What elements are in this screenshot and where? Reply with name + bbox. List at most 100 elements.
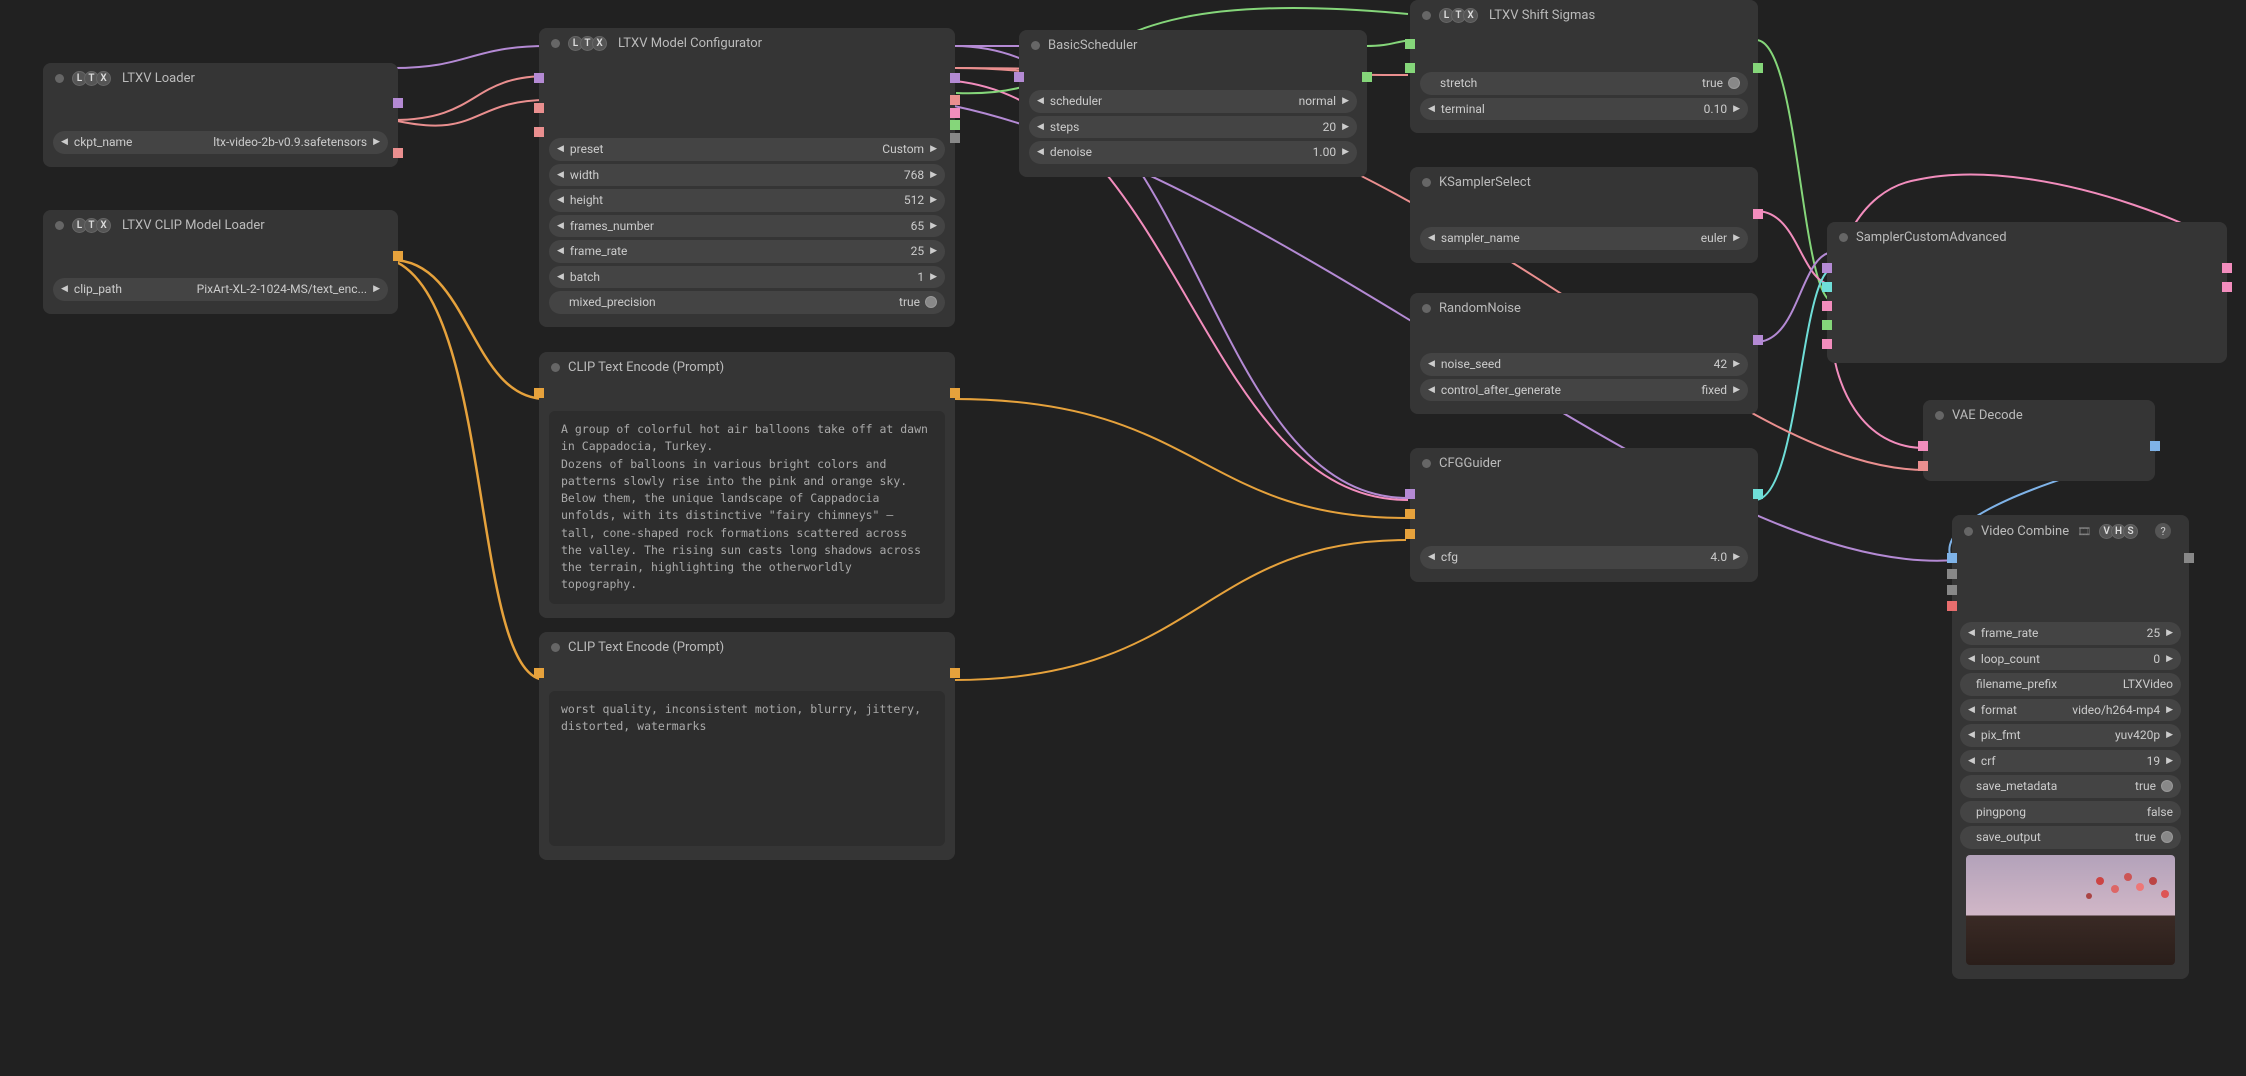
preset-field[interactable]: ◀presetCustom▶: [549, 138, 945, 161]
input-port-samples[interactable]: [1918, 441, 1928, 451]
node-header[interactable]: BasicScheduler: [1019, 30, 1367, 61]
pix-fmt-field[interactable]: ◀pix_fmtyuv420p▶: [1960, 724, 2181, 747]
clip-text-encode-negative-node[interactable]: CLIP Text Encode (Prompt) worst quality,…: [539, 632, 955, 860]
clip-loader-node[interactable]: LTX LTXV CLIP Model Loader ◀ clip_path P…: [43, 210, 398, 314]
output-port-sigmas[interactable]: [1362, 72, 1372, 82]
node-header[interactable]: LTX LTXV Loader: [43, 63, 398, 94]
input-port-latent[interactable]: [1822, 339, 1832, 349]
width-field[interactable]: ◀width768▶: [549, 164, 945, 187]
collapse-dot-icon[interactable]: [1031, 41, 1040, 50]
node-header[interactable]: RandomNoise: [1410, 293, 1758, 324]
output-port-filenames[interactable]: [2184, 553, 2194, 563]
output-port-model[interactable]: [950, 73, 960, 83]
input-port-clip[interactable]: [534, 388, 544, 398]
input-port-negative[interactable]: [1405, 529, 1415, 539]
node-header[interactable]: CLIP Text Encode (Prompt): [539, 632, 955, 663]
collapse-dot-icon[interactable]: [551, 363, 560, 372]
toggle-icon[interactable]: [1728, 77, 1740, 89]
prompt-textarea[interactable]: A group of colorful hot air balloons tak…: [549, 411, 945, 604]
toggle-icon[interactable]: [2161, 780, 2173, 792]
output-port-fps[interactable]: [950, 133, 960, 143]
collapse-dot-icon[interactable]: [1935, 411, 1944, 420]
input-port-vae[interactable]: [534, 103, 544, 113]
collapse-dot-icon[interactable]: [1422, 178, 1431, 187]
input-port-meta[interactable]: [1947, 585, 1957, 595]
vae-decode-node[interactable]: VAE Decode: [1923, 400, 2155, 481]
output-port-clip[interactable]: [393, 251, 403, 261]
arrow-right-icon[interactable]: ▶: [373, 137, 380, 147]
mixed-precision-field[interactable]: mixed_precisiontrue: [549, 291, 945, 314]
frames-number-field[interactable]: ◀frames_number65▶: [549, 215, 945, 238]
filename-prefix-field[interactable]: filename_prefixLTXVideo: [1960, 673, 2181, 696]
node-header[interactable]: LTX LTXV Shift Sigmas: [1410, 0, 1758, 31]
input-port-vae2[interactable]: [534, 127, 544, 137]
cfg-field[interactable]: ◀cfg4.0▶: [1420, 546, 1748, 569]
ksampler-select-node[interactable]: KSamplerSelect ◀sampler_nameeuler▶: [1410, 167, 1758, 263]
input-port-model[interactable]: [534, 73, 544, 83]
collapse-dot-icon[interactable]: [1422, 304, 1431, 313]
prompt-textarea[interactable]: worst quality, inconsistent motion, blur…: [549, 691, 945, 846]
output-port-sigmas[interactable]: [1753, 63, 1763, 73]
random-noise-node[interactable]: RandomNoise ◀noise_seed42▶ ◀control_afte…: [1410, 293, 1758, 414]
cfg-guider-node[interactable]: CFGGuider ◀cfg4.0▶: [1410, 448, 1758, 582]
node-header[interactable]: KSamplerSelect: [1410, 167, 1758, 198]
sampler-name-field[interactable]: ◀sampler_nameeuler▶: [1420, 227, 1748, 250]
output-port-sigmas[interactable]: [950, 120, 960, 130]
scheduler-field[interactable]: ◀schedulernormal▶: [1029, 90, 1357, 113]
batch-field[interactable]: ◀batch1▶: [549, 266, 945, 289]
output-port-denoised[interactable]: [2222, 282, 2232, 292]
output-port-noise[interactable]: [1753, 335, 1763, 345]
ckpt-name-field[interactable]: ◀ ckpt_name ltx-video-2b-v0.9.safetensor…: [53, 131, 388, 154]
format-field[interactable]: ◀formatvideo/h264-mp4▶: [1960, 699, 2181, 722]
collapse-dot-icon[interactable]: [1422, 459, 1431, 468]
output-port-vae[interactable]: [393, 148, 403, 158]
noise-seed-field[interactable]: ◀noise_seed42▶: [1420, 353, 1748, 376]
steps-field[interactable]: ◀steps20▶: [1029, 116, 1357, 139]
clip-text-encode-positive-node[interactable]: CLIP Text Encode (Prompt) A group of col…: [539, 352, 955, 618]
output-port-conditioning[interactable]: [950, 388, 960, 398]
help-icon[interactable]: ?: [2155, 523, 2171, 539]
terminal-field[interactable]: ◀terminal0.10▶: [1420, 98, 1748, 121]
denoise-field[interactable]: ◀denoise1.00▶: [1029, 141, 1357, 164]
arrow-left-icon[interactable]: ◀: [61, 137, 68, 147]
pingpong-field[interactable]: pingpongfalse: [1960, 801, 2181, 824]
input-port-noise[interactable]: [1822, 263, 1832, 273]
input-port-guider[interactable]: [1822, 282, 1832, 292]
input-port-sigmas2[interactable]: [1405, 63, 1415, 73]
output-port-vae[interactable]: [950, 95, 960, 105]
collapse-dot-icon[interactable]: [551, 643, 560, 652]
output-port-guider[interactable]: [1753, 489, 1763, 499]
node-header[interactable]: VAE Decode: [1923, 400, 2155, 431]
video-preview[interactable]: [1966, 855, 2175, 965]
input-port-images[interactable]: [1947, 553, 1957, 563]
input-port-positive[interactable]: [1405, 509, 1415, 519]
input-port-clip[interactable]: [534, 668, 544, 678]
input-port-audio[interactable]: [1947, 569, 1957, 579]
input-port-model[interactable]: [1014, 72, 1024, 82]
collapse-dot-icon[interactable]: [1964, 527, 1973, 536]
control-after-generate-field[interactable]: ◀control_after_generatefixed▶: [1420, 379, 1748, 402]
arrow-right-icon[interactable]: ▶: [373, 284, 380, 294]
node-header[interactable]: CLIP Text Encode (Prompt): [539, 352, 955, 383]
input-port-vae[interactable]: [1918, 461, 1928, 471]
collapse-dot-icon[interactable]: [55, 221, 64, 230]
input-port-sigmas[interactable]: [1822, 320, 1832, 330]
collapse-dot-icon[interactable]: [551, 39, 560, 48]
input-port-sigmas[interactable]: [1405, 39, 1415, 49]
model-configurator-node[interactable]: LTX LTXV Model Configurator ◀presetCusto…: [539, 28, 955, 327]
node-header[interactable]: LTX LTXV Model Configurator: [539, 28, 955, 59]
arrow-left-icon[interactable]: ◀: [61, 284, 68, 294]
output-port-output[interactable]: [2222, 263, 2232, 273]
node-header[interactable]: CFGGuider: [1410, 448, 1758, 479]
node-header[interactable]: Video Combine 🎞 VHS ?: [1952, 515, 2189, 547]
crf-field[interactable]: ◀crf19▶: [1960, 750, 2181, 773]
height-field[interactable]: ◀height512▶: [549, 189, 945, 212]
sampler-custom-advanced-node[interactable]: SamplerCustomAdvanced: [1827, 222, 2227, 363]
clip-path-field[interactable]: ◀ clip_path PixArt-XL-2-1024-MS/text_enc…: [53, 278, 388, 301]
collapse-dot-icon[interactable]: [1839, 233, 1848, 242]
input-port-sampler[interactable]: [1822, 301, 1832, 311]
output-port-sampler[interactable]: [1753, 209, 1763, 219]
ltxv-loader-node[interactable]: LTX LTXV Loader ◀ ckpt_name ltx-video-2b…: [43, 63, 398, 167]
input-port-model[interactable]: [1405, 489, 1415, 499]
toggle-icon[interactable]: [2161, 831, 2173, 843]
